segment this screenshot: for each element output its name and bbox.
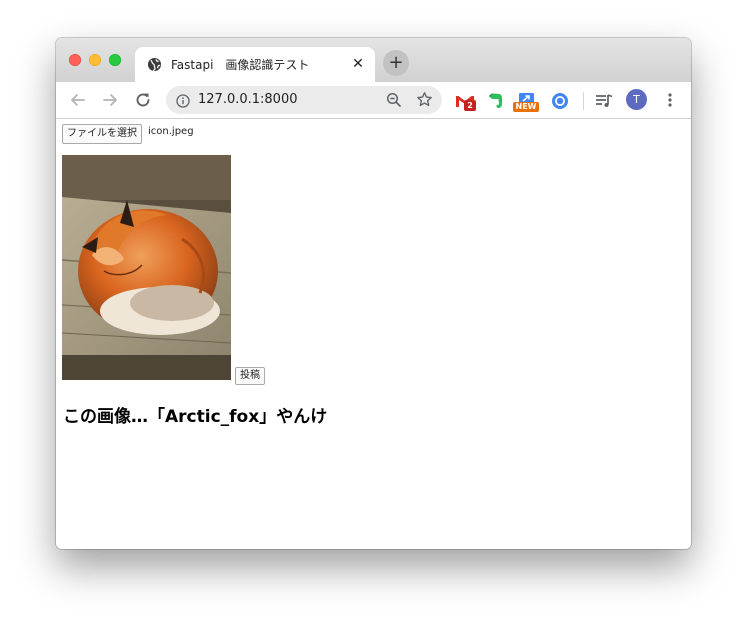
chrome-remote-icon[interactable] — [549, 90, 571, 112]
zoom-out-icon[interactable] — [386, 92, 402, 108]
window-maximize-button[interactable] — [109, 54, 121, 66]
browser-toolbar: 127.0.0.1:8000 2 NEW T — [56, 82, 691, 119]
window-close-button[interactable] — [69, 54, 81, 66]
tab-title: Fastapi 画像認識テスト — [171, 58, 310, 72]
result-heading: この画像…「Arctic_fox」やんけ — [63, 407, 328, 427]
evernote-icon[interactable] — [485, 90, 507, 112]
gmail-badge: 2 — [464, 100, 476, 111]
reload-icon[interactable] — [132, 89, 154, 111]
info-icon[interactable] — [176, 93, 190, 108]
url-text[interactable]: 127.0.0.1:8000 — [198, 92, 298, 107]
new-extension-icon[interactable]: NEW — [513, 90, 539, 112]
bookmark-star-icon[interactable] — [416, 91, 433, 108]
new-tab-button[interactable]: + — [383, 50, 409, 76]
more-menu-icon[interactable] — [664, 91, 676, 109]
address-bar[interactable]: 127.0.0.1:8000 — [166, 86, 442, 114]
file-select-button[interactable]: ファイルを選択 — [62, 124, 142, 144]
window-minimize-button[interactable] — [89, 54, 101, 66]
page-content: ファイルを選択 icon.jpeg 投稿 この画像…「Arctic_fox」やん… — [56, 119, 691, 549]
title-bar: Fastapi 画像認識テスト ✕ + — [56, 38, 691, 82]
browser-window: Fastapi 画像認識テスト ✕ + 127.0.0.1:8000 2 NEW… — [56, 38, 691, 549]
browser-tab[interactable]: Fastapi 画像認識テスト ✕ — [135, 47, 375, 82]
forward-arrow-icon[interactable] — [99, 89, 121, 111]
tab-close-icon[interactable]: ✕ — [351, 56, 365, 72]
toolbar-separator — [583, 92, 584, 110]
submit-button[interactable]: 投稿 — [235, 367, 265, 385]
new-badge: NEW — [513, 102, 539, 112]
gmail-icon[interactable]: 2 — [454, 90, 476, 112]
profile-avatar[interactable]: T — [626, 89, 647, 110]
selected-file-name: icon.jpeg — [148, 126, 194, 137]
back-arrow-icon[interactable] — [67, 89, 89, 111]
fox-image — [62, 155, 231, 380]
media-queue-icon[interactable] — [593, 90, 615, 112]
globe-icon — [147, 57, 162, 72]
